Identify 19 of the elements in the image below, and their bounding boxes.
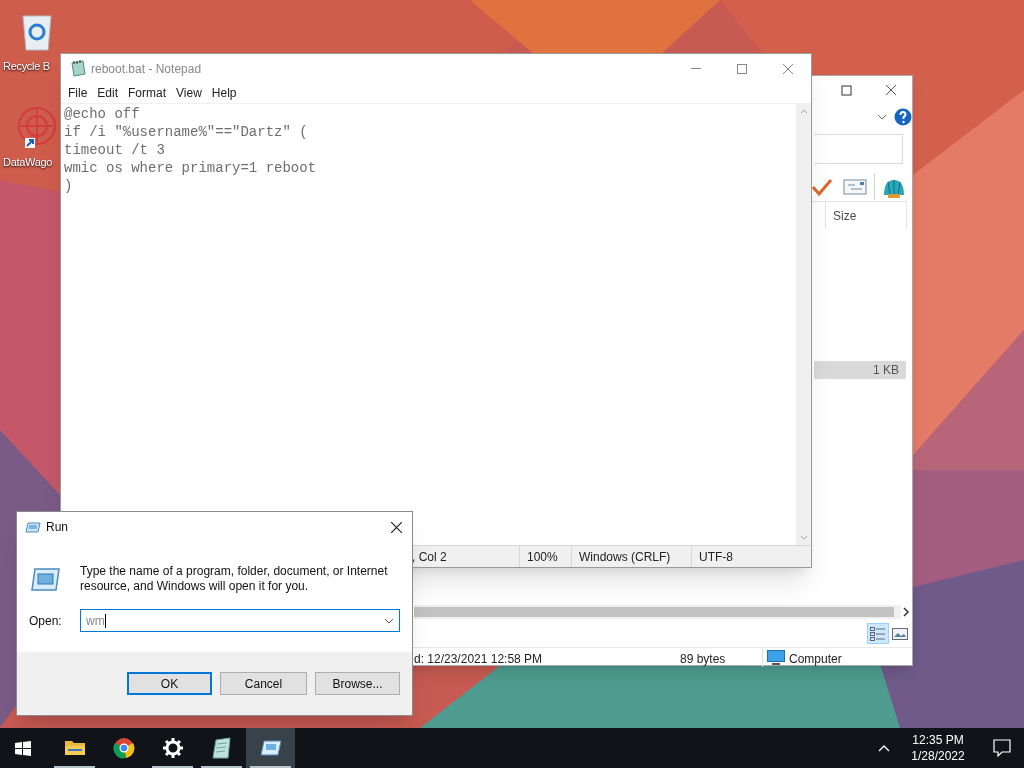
dialog-message: Type the name of a program, folder, document, or Internet resource, and Windows will open it for you. <box>80 564 389 594</box>
status-text: 89 bytes <box>680 651 726 668</box>
icon-label: Recycle B <box>3 59 50 74</box>
status-text: Computer <box>789 651 842 668</box>
open-label: Open: <box>29 612 63 630</box>
code-line: if /i "%username%"=="Dartz" ( <box>64 123 309 141</box>
status-text: , Col 2 <box>412 548 448 566</box>
code-line: @echo off <box>64 105 141 123</box>
status-text: 100% <box>519 546 571 567</box>
code-line: wmic os where primary=1 reboot <box>64 159 318 177</box>
clock-time: 12:35 PM <box>912 732 964 748</box>
window-title: reboot.bat - Notepad <box>91 60 203 78</box>
status-text: Windows (CRLF) <box>571 546 691 567</box>
status-text: UTF-8 <box>691 546 811 567</box>
code-line: timeout /t 3 <box>64 141 166 159</box>
code-line: ) <box>64 177 74 195</box>
clock-date: 1/28/2022 <box>911 748 965 764</box>
status-text: d: 12/23/2021 12:58 PM <box>414 651 543 668</box>
icon-label: DataWago <box>3 155 53 170</box>
